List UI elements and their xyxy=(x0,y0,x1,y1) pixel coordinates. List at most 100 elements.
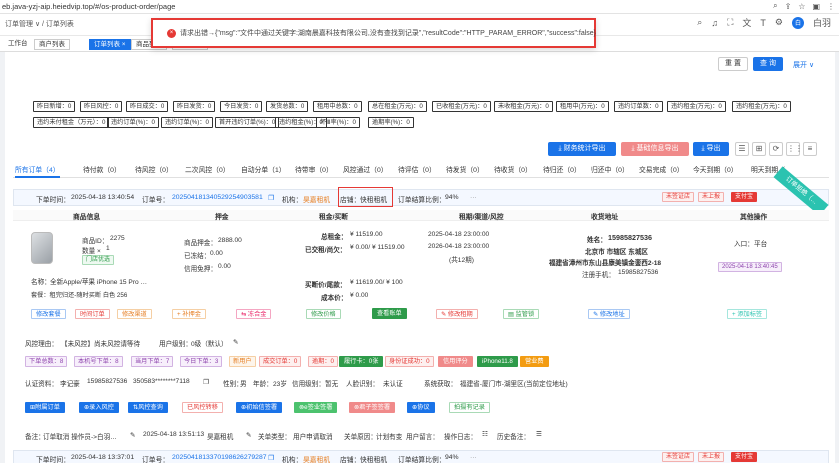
stat-chip[interactable]: 已收租金(万元)：0 xyxy=(432,101,491,112)
risk-transfer-button[interactable]: 已风控转移 xyxy=(182,402,223,413)
status-tab-pending-eval[interactable]: 待评估（0） xyxy=(398,164,436,174)
view-bill-button[interactable]: 查看账单 xyxy=(372,308,407,319)
stat-chip[interactable]: 违约订单(%)：0 xyxy=(107,117,160,128)
export-button[interactable]: ⤓ 导出 xyxy=(693,142,729,156)
copy-icon[interactable]: ❐ xyxy=(268,194,274,202)
more-icon[interactable]: ⋮ xyxy=(827,2,835,11)
copy-id-icon[interactable]: ❐ xyxy=(203,378,209,386)
agreement-button[interactable]: ⊕协议 xyxy=(407,402,435,413)
note-edit-icon-2[interactable]: ✎ xyxy=(246,431,252,439)
stat-chip[interactable]: 违约订单数：0 xyxy=(614,101,663,112)
font-size-icon[interactable]: T xyxy=(760,18,766,28)
avatar[interactable]: 白 xyxy=(791,16,804,29)
stat-chip[interactable]: 总在租金(万元)：0 xyxy=(368,101,427,112)
stat-chip[interactable]: 未收租金(万元)：0 xyxy=(494,101,553,112)
stat-chip[interactable]: 租用中总数：0 xyxy=(313,101,362,112)
status-tab-pending-return[interactable]: 待归还（0） xyxy=(543,164,581,174)
status-tab-pending-ship[interactable]: 待发货（0） xyxy=(446,164,484,174)
photo-record-button[interactable]: 拍摄有记录 xyxy=(449,402,490,413)
stat-chip[interactable]: 昨日成交：0 xyxy=(126,101,169,112)
status-tab-returning[interactable]: 归还中（0） xyxy=(591,164,629,174)
settings-icon[interactable]: ⚙ xyxy=(775,17,783,28)
op-log-icon[interactable]: ☷ xyxy=(482,430,488,438)
search-icon[interactable]: ⌕ xyxy=(697,17,702,28)
fullscreen-icon[interactable]: ⛶ xyxy=(727,17,733,28)
order-no[interactable]: 20250418134052925490358​1 xyxy=(172,194,263,201)
url-text[interactable]: eb.java-yzj-aip.heiedvip.top/#/os-produc… xyxy=(2,2,175,11)
product-id-label: 商品ID： xyxy=(82,238,109,245)
stat-chip[interactable]: 昨日风控：0 xyxy=(80,101,123,112)
status-tab-due-today[interactable]: 今天到期（0） xyxy=(693,164,738,174)
edit-address-button[interactable]: ✎ 修改地址 xyxy=(588,309,630,319)
tab-merchant-list[interactable]: 商户列表 xyxy=(34,39,70,50)
product-name[interactable]: 全新Apple/苹果 iPhone 15 Pro … xyxy=(50,276,147,286)
stat-chip[interactable]: 逾期率(%)：0 xyxy=(368,117,414,128)
status-tab-all[interactable]: 所有订单（4） xyxy=(15,164,60,178)
edit-package-button[interactable]: 修改套餐 xyxy=(31,309,66,319)
basic-info-export-button[interactable]: ⤓ 基础信息导出 xyxy=(621,142,689,156)
time-order-button[interactable]: 时间订单 xyxy=(75,309,110,319)
record-risk-button[interactable]: ⊕录入风控 xyxy=(79,402,119,413)
finance-export-button[interactable]: ⤓ 财务统计导出 xyxy=(548,142,616,156)
stat-chip[interactable]: 违约未付租金（万元）：0 xyxy=(33,117,110,128)
stat-chip[interactable]: 违约订单(%)：0 xyxy=(161,117,214,128)
history-icon[interactable]: ☰ xyxy=(536,430,542,438)
status-tab-completed[interactable]: 交易完成（0） xyxy=(639,164,684,174)
more-icon[interactable]: ··· xyxy=(470,194,477,201)
edit-level-icon[interactable]: ✎ xyxy=(233,338,239,346)
share-icon[interactable]: ⇪ xyxy=(785,2,792,11)
star-icon[interactable]: ☆ xyxy=(798,2,805,11)
copy-icon[interactable]: ❐ xyxy=(268,454,274,462)
status-tab-second-risk[interactable]: 二次风控（0） xyxy=(185,164,230,174)
product-image[interactable] xyxy=(31,232,53,264)
grid-icon[interactable]: ⋮⋮ xyxy=(786,142,803,156)
status-tab-pending-risk[interactable]: 待风控（0） xyxy=(135,164,173,174)
junzi-sign-button[interactable]: ⊗君子签签署 xyxy=(349,402,396,413)
stat-chip[interactable]: 昨日发货：0 xyxy=(173,101,216,112)
expand-link[interactable]: 展开 ∨ xyxy=(793,60,814,70)
stat-chip[interactable]: 昨日新增：0 xyxy=(33,101,76,112)
status-tab-pending-review[interactable]: 待带审（0） xyxy=(295,164,333,174)
translate-icon[interactable]: 文 xyxy=(742,16,751,29)
risk-query-button[interactable]: ⇅风控查询 xyxy=(128,402,168,413)
order2-no[interactable]: 2025041813370198626279287 xyxy=(172,454,267,461)
list-icon[interactable]: ≡ xyxy=(803,142,817,156)
density-icon[interactable]: ⊞ xyxy=(752,142,766,156)
stat-chip[interactable]: 违约租金(万元)：0 xyxy=(667,101,726,112)
refresh-icon[interactable]: ⟳ xyxy=(769,142,783,156)
stat-chip[interactable]: 今日发货：0 xyxy=(220,101,263,112)
edit-price-button[interactable]: 修改价格 xyxy=(306,309,341,319)
stat-chip[interactable]: 违约租金(万元)：0 xyxy=(732,101,791,112)
edit-channel-button[interactable]: 修改渠道 xyxy=(117,309,152,319)
more-icon[interactable]: ··· xyxy=(470,454,477,461)
tab-order-list[interactable]: 订单列表 × xyxy=(89,39,131,50)
zoom-icon[interactable]: ⌕ xyxy=(773,1,777,11)
status-tab-pending-payment[interactable]: 待付款（0） xyxy=(83,164,121,174)
status-tab-auto-assign[interactable]: 自动分单（1） xyxy=(241,164,286,174)
column-settings-icon[interactable]: ☰ xyxy=(735,142,749,156)
stat-chip[interactable]: 发货总数：0 xyxy=(266,101,309,112)
freeze-deposit-button[interactable]: ⇆ 冻合金 xyxy=(236,309,272,319)
sub-order-button[interactable]: ⊞附属订单 xyxy=(25,402,65,413)
stat-chip[interactable]: 租用中(万元)：0 xyxy=(556,101,609,112)
tab-workbench[interactable]: 工作台 xyxy=(4,39,32,50)
product-id[interactable]: 2275 xyxy=(110,235,125,242)
add-tag-button[interactable]: + 添加标签 xyxy=(727,309,768,319)
status-tab-pending-receive[interactable]: 待收货（0） xyxy=(494,164,532,174)
extension-icon[interactable]: ▣ xyxy=(812,2,820,11)
bell-icon[interactable]: ♫ xyxy=(711,18,718,28)
note-edit-icon[interactable]: ✎ xyxy=(130,431,136,439)
search-button[interactable]: 查 询 xyxy=(753,57,783,71)
store-value: 快租租机 xyxy=(360,457,388,463)
product-package: 套餐：租完归还-随时买断 白色 256 xyxy=(31,292,128,299)
reset-button[interactable]: 重 置 xyxy=(718,57,748,71)
monitor-lock-button[interactable]: ▤ 监管锁 xyxy=(503,309,540,319)
stat-chip[interactable]: 坏Ⅲ率(%)：0 xyxy=(316,117,360,128)
add-deposit-button[interactable]: + 补押金 xyxy=(172,309,206,319)
status-tab-risk-passed[interactable]: 风控通过（0） xyxy=(343,164,388,174)
stat-chip[interactable]: 首开违约订单(%)：0 xyxy=(215,117,280,128)
esign-button[interactable]: ⊗e签业签署 xyxy=(294,402,338,413)
initial-sign-button[interactable]: ⊕初始信签署 xyxy=(236,402,283,413)
edit-period-button[interactable]: ✎ 修改租期 xyxy=(436,309,478,319)
user-name[interactable]: 白羽 xyxy=(813,16,831,29)
